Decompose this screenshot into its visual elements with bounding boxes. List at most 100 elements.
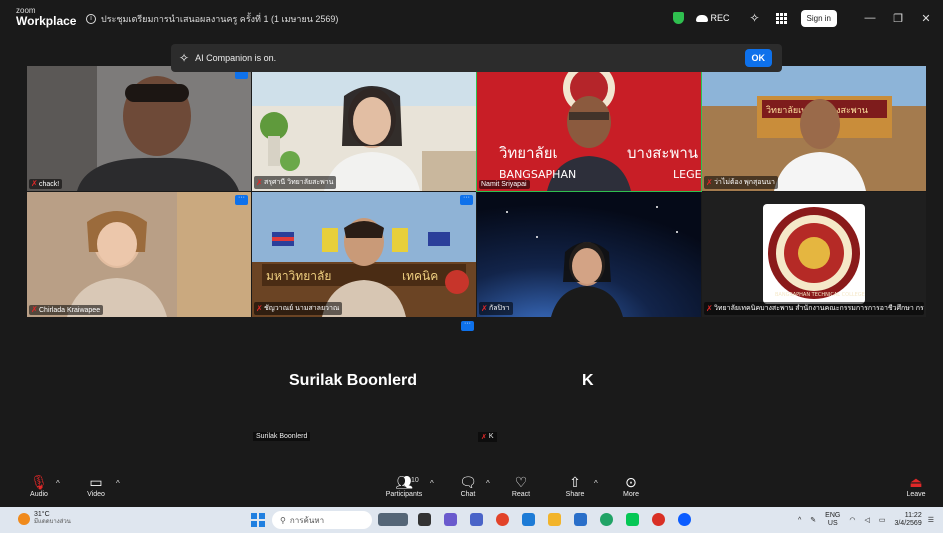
participants-label: Participants — [385, 491, 423, 498]
line-icon[interactable] — [626, 513, 639, 526]
share-screen-icon: ⇧ — [569, 474, 581, 490]
chrome-icon[interactable] — [496, 513, 509, 526]
meeting-toolbar: 🎙︎ Audio ^ ▭ Video ^ 👥︎ Participants 10 … — [0, 471, 943, 505]
video-tile-active-speaker[interactable]: วิทยาลัยเ บางสะพาน BANGSAPHAN LEGE Namit… — [476, 65, 702, 192]
muted-mic-icon: ✗ — [706, 303, 713, 313]
leave-button[interactable]: ⏏ Leave — [891, 474, 941, 498]
sign-text-2: เทคนิค — [402, 269, 438, 283]
clock-time: 11:22 — [904, 512, 922, 519]
info-icon[interactable]: i — [86, 14, 96, 24]
chat-chevron-icon[interactable]: ^ — [486, 479, 490, 488]
edge-icon[interactable] — [522, 513, 535, 526]
muted-mic-icon: ✗ — [256, 303, 263, 313]
participant-name: K — [488, 433, 494, 440]
zoom-icon[interactable] — [678, 513, 691, 526]
meeting-title-text: ประชุมเตรียมการนำเสนอผลงานครู ครั้งที่ 1… — [101, 14, 339, 24]
pen-icon[interactable]: ✎ — [810, 516, 816, 524]
muted-mic-icon: ✗ — [481, 303, 488, 313]
participant-video — [27, 192, 251, 317]
seal-text: BANGSAPHAN TECHNICAL COLLEGE — [775, 292, 865, 298]
video-options-chevron-icon[interactable]: ^ — [116, 479, 120, 488]
chrome-profile-icon[interactable] — [652, 513, 665, 526]
muted-mic-icon: ✗ — [31, 305, 38, 314]
teams-icon[interactable] — [470, 513, 483, 526]
sun-icon — [18, 512, 30, 525]
more-button[interactable]: ⊙ More — [606, 474, 656, 498]
tile-more-icon[interactable]: ··· — [461, 320, 474, 331]
windows-start-icon[interactable] — [251, 513, 265, 527]
banner-text-top: วิทยาลัยเ — [498, 144, 557, 162]
task-view-icon[interactable] — [418, 513, 431, 526]
participants-chevron-icon[interactable]: ^ — [430, 479, 434, 488]
close-icon[interactable]: ✕ — [915, 12, 937, 25]
view-grid-icon[interactable] — [775, 12, 787, 24]
volume-icon[interactable]: ◁ — [864, 516, 869, 524]
share-chevron-icon[interactable]: ^ — [594, 479, 598, 488]
participants-count: 10 — [411, 477, 419, 484]
weather-temp: 31°C — [34, 511, 50, 518]
sign-in-button[interactable]: Sign in — [800, 9, 837, 27]
zoom-window: zoom Workplace i ประชุมเตรียมการนำเสนอผล… — [0, 0, 943, 533]
sparkle-icon: ✧ — [179, 51, 190, 65]
language-indicator[interactable]: ENG US — [825, 512, 840, 528]
more-icon: ⊙ — [625, 474, 637, 490]
participant-name: ว่าไม่ต้อง พุกสุอนนา — [714, 179, 775, 186]
battery-icon[interactable]: ▭ — [879, 516, 886, 524]
ai-companion-banner: ✧ AI Companion is on. OK — [171, 44, 782, 72]
tile-more-icon[interactable]: ··· — [235, 194, 248, 205]
participant-name-tag: ✗ Chirlada Kraiwapee — [29, 305, 104, 315]
participant-name: Chirlada Kraiwapee — [39, 306, 101, 314]
weather-widget[interactable]: 31°C มีแดดบางส่วน — [18, 511, 71, 526]
taskbar-search[interactable]: ⚲ การค้นหา — [272, 511, 372, 529]
chat-icon: 🗨︎ — [459, 474, 477, 490]
rec-label: REC — [710, 13, 730, 23]
audio-label: Audio — [30, 491, 48, 498]
recording-indicator[interactable]: REC — [695, 13, 730, 23]
video-tile[interactable]: ··· ✗ chack! — [27, 66, 251, 191]
notification-icon[interactable]: ☰ — [928, 516, 934, 524]
participant-video: มหาวิทยาลัย เทคนิค — [252, 192, 476, 317]
participant-name: Namit Sriyapai — [481, 181, 527, 188]
store-icon[interactable] — [574, 513, 587, 526]
participant-name-tag: ✗ วิทยาลัยเทคนิคบางสะพาน สำนักงานคณะกรรม… — [704, 302, 924, 315]
audio-options-chevron-icon[interactable]: ^ — [56, 479, 60, 488]
participant-video: วิทยาลัยเ บางสะพาน BANGSAPHAN LEGE — [477, 66, 701, 191]
sign-text: มหาวิทยาลัย — [266, 269, 331, 283]
video-tile[interactable]: ··· ✗ Chirlada Kraiwapee — [27, 192, 251, 317]
ai-ok-button[interactable]: OK — [744, 49, 772, 67]
react-heart-icon: ♡ — [514, 474, 528, 490]
participants-button[interactable]: 👥︎ Participants — [379, 474, 429, 498]
video-tile[interactable]: ✗ สรุศานี วิทยาลัยสะพาน — [252, 66, 476, 191]
file-explorer-icon[interactable] — [548, 513, 561, 526]
search-placeholder: การค้นหา — [289, 515, 325, 525]
react-button[interactable]: ♡ React — [496, 474, 546, 498]
video-tile[interactable]: มหาวิทยาลัย เทคนิค ··· ✗ ชัญวาณย์ นามสาล… — [252, 192, 476, 317]
encryption-shield-icon[interactable] — [672, 12, 684, 24]
minimize-icon[interactable]: — — [859, 12, 881, 24]
participant-video: วิทยาลัยเทคนิคบางสะพาน — [702, 66, 926, 191]
copilot-icon[interactable] — [444, 513, 457, 526]
share-button[interactable]: ⇧ Share — [550, 474, 600, 498]
video-tile[interactable]: ✗ กัลปิรา — [477, 192, 701, 317]
participant-video — [252, 66, 476, 191]
participant-name-tag: ✗ สรุศานี วิทยาลัยสะพาน — [254, 176, 337, 189]
tray-chevron-up-icon[interactable]: ^ — [798, 517, 801, 524]
participant-name-tag: ✗ กัลปิรา — [479, 302, 513, 315]
video-tile[interactable]: วิทยาลัยเทคนิคบางสะพาน ✗ ว่าไม่ต้อง พุกส… — [702, 66, 926, 191]
participant-name-tag: ✗ K — [478, 432, 497, 442]
audio-only-name: K — [582, 372, 594, 389]
restore-icon[interactable]: ❐ — [887, 12, 909, 25]
participant-name: ชัญวาณย์ นามสาลยวาณ — [264, 305, 340, 312]
audio-only-name: Surilak Boonlerd — [289, 372, 418, 389]
video-button[interactable]: ▭ Video — [71, 474, 121, 498]
wifi-icon[interactable]: ◠ — [849, 516, 855, 524]
meeting-title[interactable]: i ประชุมเตรียมการนำเสนอผลงานครู ครั้งที่… — [86, 12, 338, 26]
taskbar-app-thumbnail[interactable] — [378, 513, 408, 526]
tile-more-icon[interactable]: ··· — [460, 194, 473, 205]
leave-icon: ⏏ — [909, 474, 923, 490]
clock[interactable]: 11:22 3/4/2569 — [894, 512, 921, 528]
ai-companion-icon[interactable]: ✧ — [748, 11, 762, 25]
video-tile[interactable]: BANGSAPHAN TECHNICAL COLLEGE ✗ วิทยาลัยเ… — [702, 192, 926, 317]
video-camera-icon: ▭ — [89, 474, 103, 490]
app-icon[interactable] — [600, 513, 613, 526]
